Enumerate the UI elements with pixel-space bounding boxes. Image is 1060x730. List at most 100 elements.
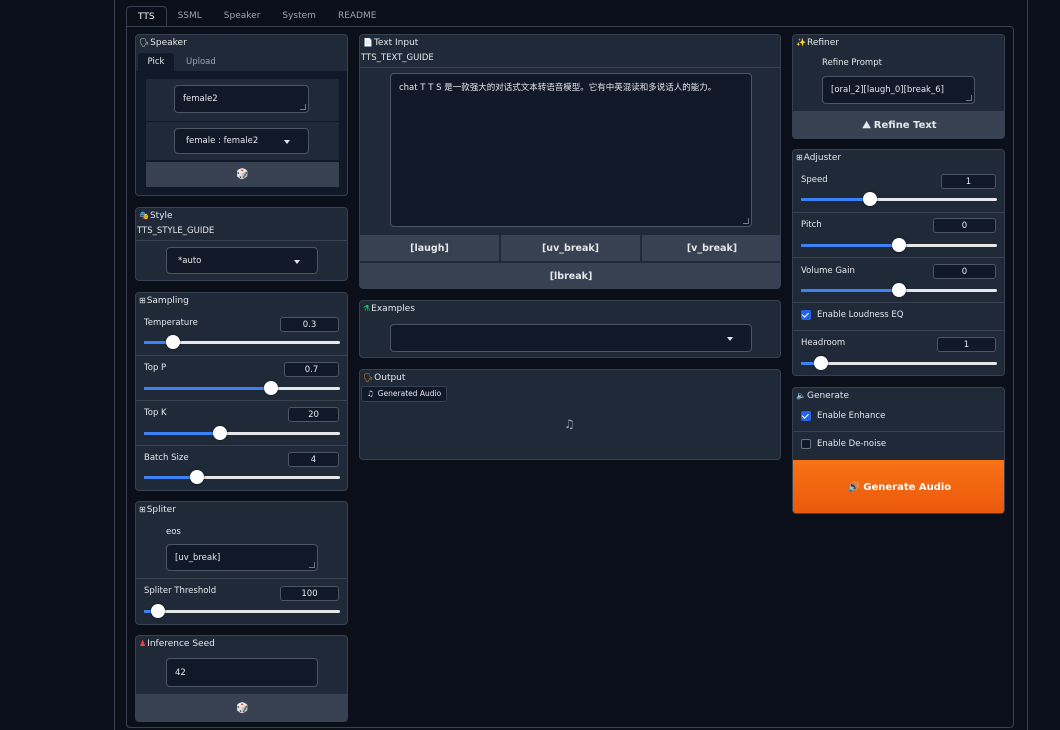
speaker-random-button[interactable]: 🎲 [146, 162, 339, 187]
spliter-block: ⊞Spliter eos [uv_break] Spliter Threshol… [135, 501, 348, 625]
output-header: 🗣Output [360, 370, 780, 385]
resize-handle-icon[interactable] [966, 95, 972, 101]
speech-face-icon: 🗣 [363, 373, 374, 382]
pitch-slider[interactable] [801, 238, 997, 252]
volume-gain-slider[interactable] [801, 283, 997, 297]
refine-prompt-label: Refine Prompt [822, 58, 882, 68]
refiner-header: ✨Refiner [793, 35, 1004, 50]
speaker-select[interactable]: female : female2 [174, 128, 309, 154]
adjuster-block: ⊞Adjuster Speed 1 Pitch 0 Volume Gain 0 … [792, 149, 1005, 376]
slider-thumb[interactable] [189, 470, 204, 484]
denoise-checkbox[interactable]: Enable De-noise [801, 439, 886, 449]
resize-handle-icon[interactable] [743, 218, 749, 224]
inference-seed-block: ♟Inference Seed 42 🎲 [135, 635, 348, 722]
batch-size-slider[interactable] [144, 470, 340, 484]
divider [136, 578, 347, 579]
headroom-slider[interactable] [801, 356, 997, 370]
speaker-name-input[interactable]: female2 [174, 85, 309, 113]
slider-thumb[interactable] [862, 192, 877, 206]
batch-size-input[interactable]: 4 [288, 452, 339, 467]
top-k-input[interactable]: 20 [288, 407, 339, 422]
batch-size-label: Batch Size [144, 453, 189, 463]
tab-tts[interactable]: TTS [126, 6, 167, 26]
checkbox-box[interactable] [801, 411, 811, 421]
enhance-label: Enable Enhance [817, 411, 886, 421]
checkbox-box[interactable] [801, 439, 811, 449]
loudness-eq-checkbox[interactable]: Enable Loudness EQ [801, 310, 903, 320]
slider-thumb[interactable] [892, 238, 906, 252]
flask-icon: ⚗ [363, 304, 371, 313]
slider-thumb[interactable] [213, 426, 228, 440]
pitch-input[interactable]: 0 [933, 218, 996, 233]
lbreak-button[interactable]: [lbreak] [360, 263, 780, 288]
laugh-button[interactable]: [laugh] [360, 235, 499, 261]
refine-text-button[interactable]: ⛰ Refine Text [793, 111, 1004, 138]
speaker-icon: 🗣 [139, 38, 150, 47]
resize-handle-icon[interactable] [309, 562, 315, 568]
slider-thumb[interactable] [166, 335, 181, 349]
temperature-label: Temperature [144, 318, 198, 328]
output-block: 🗣Output ♫ Generated Audio ♫ [359, 369, 781, 460]
tab-speaker[interactable]: Speaker [213, 6, 272, 26]
generate-audio-button[interactable]: 🔊 Generate Audio [793, 460, 1004, 513]
temperature-slider[interactable] [144, 335, 340, 349]
style-select[interactable]: *auto [166, 247, 318, 274]
examples-title: Examples [371, 304, 415, 314]
text-input-divider [360, 67, 780, 68]
speed-slider[interactable] [801, 192, 997, 206]
examples-select[interactable] [390, 324, 752, 352]
sampling-title: Sampling [146, 296, 189, 306]
sampling-header: ⊞Sampling [136, 293, 347, 308]
text-input-block: 📄Text Input TTS_TEXT_GUIDE chat T T S 是一… [359, 34, 781, 289]
text-input-area[interactable]: chat T T S 是一款强大的对话式文本转语音模型。它有中英混读和多说话人的… [390, 73, 752, 227]
eos-input[interactable]: [uv_break] [166, 544, 318, 571]
divider [793, 431, 1004, 432]
slider-thumb[interactable] [264, 381, 279, 395]
speaker-subtab-upload[interactable]: Upload [186, 53, 216, 71]
top-p-slider[interactable] [144, 381, 340, 395]
tab-system[interactable]: System [271, 6, 327, 26]
speaker-header: 🗣Speaker [136, 35, 347, 50]
grid-icon: ⊞ [796, 153, 803, 162]
slider-thumb[interactable] [150, 604, 165, 618]
pitch-label: Pitch [801, 220, 822, 230]
speaker-subtab-pick[interactable]: Pick [138, 53, 174, 71]
headroom-label: Headroom [801, 338, 846, 348]
refine-text-label: Refine Text [873, 119, 937, 131]
top-k-label: Top K [144, 408, 167, 418]
refine-prompt-input[interactable]: [oral_2][laugh_0][break_6] [822, 76, 975, 104]
inference-seed-header: ♟Inference Seed [136, 636, 347, 651]
spliter-threshold-input[interactable]: 100 [280, 586, 339, 601]
refiner-title: Refiner [806, 38, 839, 48]
headroom-input[interactable]: 1 [937, 337, 996, 352]
speaker-title: Speaker [150, 38, 187, 48]
slider-thumb[interactable] [892, 283, 906, 297]
output-title: Output [374, 373, 406, 383]
tab-readme[interactable]: README [327, 6, 387, 26]
text-input-header: 📄Text Input [360, 35, 780, 50]
tab-ssml[interactable]: SSML [167, 6, 213, 26]
resize-handle-icon[interactable] [300, 104, 306, 110]
speed-input[interactable]: 1 [941, 174, 996, 189]
text-guide-label: TTS_TEXT_GUIDE [361, 53, 434, 63]
speaker-select-value: female : female2 [186, 136, 259, 146]
volume-gain-input[interactable]: 0 [933, 264, 996, 279]
v-break-button[interactable]: [v_break] [642, 235, 780, 261]
uv-break-button[interactable]: [uv_break] [501, 235, 640, 261]
top-k-slider[interactable] [144, 426, 340, 440]
divider [136, 400, 347, 401]
spliter-threshold-slider[interactable] [144, 604, 340, 618]
speaker-icon: 🔈 [796, 391, 806, 400]
slider-thumb[interactable] [813, 356, 828, 370]
seed-input[interactable]: 42 [166, 658, 318, 687]
temperature-input[interactable]: 0.3 [280, 317, 339, 332]
checkbox-box[interactable] [801, 310, 811, 320]
eos-value: [uv_break] [175, 552, 221, 563]
seed-random-button[interactable]: 🎲 [136, 694, 347, 721]
top-p-input[interactable]: 0.7 [284, 362, 339, 377]
style-title: Style [149, 211, 173, 221]
enhance-checkbox[interactable]: Enable Enhance [801, 411, 885, 421]
divider [136, 445, 347, 446]
denoise-label: Enable De-noise [817, 439, 887, 449]
style-select-value: *auto [178, 255, 202, 266]
